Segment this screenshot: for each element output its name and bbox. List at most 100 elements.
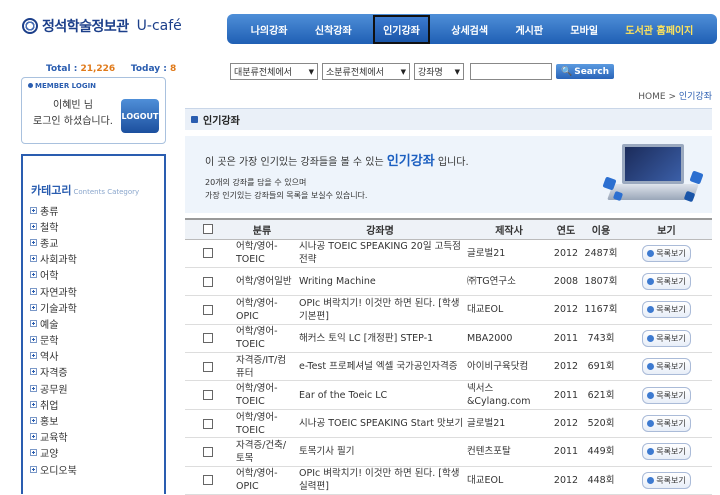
row-select-cell	[185, 409, 231, 439]
library-logo[interactable]: 정석학술정보관 U-café	[22, 16, 182, 36]
major-category-value: 대분류전체에서	[234, 68, 292, 78]
category-item[interactable]: 공무원	[23, 380, 164, 396]
view-list-button[interactable]: 목록보기	[642, 415, 691, 433]
view-list-button[interactable]: 목록보기	[642, 301, 691, 319]
row-year: 2012	[551, 466, 581, 495]
nav-board[interactable]: 게시판	[509, 15, 549, 44]
row-uses: 449회	[581, 437, 621, 467]
row-checkbox[interactable]	[203, 333, 213, 344]
table-row: 자격증/건축/토목 토목기사 필기 컨텐츠포탈 2011 449회 목록보기	[185, 437, 712, 467]
view-list-icon	[647, 476, 655, 484]
member-login-box: MEMBER LOGIN 이혜빈 님 로그인 하셨습니다. LOGOUT	[21, 77, 166, 144]
major-category-select[interactable]: 대분류전체에서 ▼	[230, 63, 318, 80]
row-select-cell	[185, 295, 231, 325]
search-field-select[interactable]: 강좌명 ▼	[414, 63, 464, 80]
expand-icon	[30, 336, 37, 344]
nav-mobile[interactable]: 모바일	[564, 15, 604, 44]
row-publisher: 컨텐츠포탈	[467, 437, 551, 467]
row-checkbox[interactable]	[203, 475, 213, 486]
category-item[interactable]: 문학	[23, 332, 164, 348]
category-item[interactable]: 역사	[23, 348, 164, 364]
view-list-button[interactable]: 목록보기	[642, 471, 691, 489]
intro-banner: 이 곳은 가장 인기있는 강좌들을 볼 수 있는 인기강좌 입니다. 20개의 …	[185, 136, 712, 213]
row-course-name[interactable]: 시나공 TOEIC SPEAKING Start 맛보기	[293, 409, 467, 439]
row-checkbox[interactable]	[203, 418, 213, 429]
view-list-button[interactable]: 목록보기	[642, 386, 691, 404]
expand-icon	[30, 384, 37, 392]
category-item[interactable]: 사회과학	[23, 251, 164, 267]
row-course-name[interactable]: 해커스 토익 LC [개정판] STEP-1	[293, 324, 467, 354]
row-course-name[interactable]: OPIc 벼락치기! 이것만 하면 된다. [학생 실력편]	[293, 466, 467, 495]
category-label: 종교	[40, 238, 59, 250]
expand-icon	[30, 449, 37, 457]
view-list-icon	[647, 363, 655, 371]
view-list-label: 목록보기	[656, 333, 686, 343]
row-publisher: ㈜TG연구소	[467, 267, 551, 297]
expand-icon	[30, 400, 37, 408]
view-list-button[interactable]: 목록보기	[642, 443, 691, 461]
row-checkbox[interactable]	[203, 446, 213, 457]
user-name: 이혜빈 님	[53, 100, 93, 111]
nav-popular-courses[interactable]: 인기강좌	[373, 14, 430, 44]
row-publisher: 대교EOL	[467, 466, 551, 495]
row-course-name[interactable]: 토목기사 필기	[293, 437, 467, 467]
category-item[interactable]: 기술과학	[23, 299, 164, 315]
nav-library-home[interactable]: 도서관 홈페이지	[619, 15, 699, 44]
category-item[interactable]: 홍보	[23, 412, 164, 428]
expand-icon	[30, 417, 37, 425]
nav-my-courses[interactable]: 나의강좌	[245, 15, 294, 44]
row-category: 어학/영어-OPIC	[231, 466, 293, 495]
laptop-illustration-icon	[602, 142, 704, 210]
nav-new-courses[interactable]: 신착강좌	[309, 15, 358, 44]
banner-post: 입니다.	[437, 157, 469, 168]
search-input[interactable]	[470, 63, 552, 80]
header-year: 연도	[551, 218, 581, 240]
login-greeting: 이혜빈 님 로그인 하셨습니다.	[30, 98, 116, 130]
row-uses: 2487회	[581, 239, 621, 268]
view-list-button[interactable]: 목록보기	[642, 244, 691, 262]
category-item[interactable]: 어학	[23, 267, 164, 283]
category-label: 역사	[40, 352, 59, 364]
expand-icon	[30, 238, 37, 246]
category-item[interactable]: 취업	[23, 396, 164, 412]
row-course-name[interactable]: e-Test 프로페셔널 엑셀 국가공인자격증	[293, 352, 467, 382]
category-item[interactable]: 예술	[23, 315, 164, 331]
category-item[interactable]: 자격증	[23, 364, 164, 380]
row-year: 2011	[551, 324, 581, 354]
row-course-name[interactable]: Ear of the Toeic LC	[293, 380, 467, 410]
category-item[interactable]: 자연과학	[23, 283, 164, 299]
expand-icon	[30, 255, 37, 263]
row-uses: 448회	[581, 466, 621, 495]
view-list-button[interactable]: 목록보기	[642, 273, 691, 291]
search-button[interactable]: 🔍 Search	[556, 64, 615, 79]
row-checkbox[interactable]	[203, 304, 213, 315]
select-all-checkbox[interactable]	[203, 224, 213, 235]
login-status: 로그인 하셨습니다.	[33, 116, 113, 127]
logout-button[interactable]: LOGOUT	[121, 99, 159, 133]
category-item[interactable]: 교양	[23, 445, 164, 461]
category-item[interactable]: 철학	[23, 218, 164, 234]
row-course-name[interactable]: Writing Machine	[293, 267, 467, 297]
row-publisher: 아이비구육닷컴	[467, 352, 551, 382]
row-checkbox[interactable]	[203, 390, 213, 401]
category-item[interactable]: 종교	[23, 234, 164, 250]
category-item[interactable]: 총류	[23, 202, 164, 218]
row-uses: 1807회	[581, 267, 621, 297]
row-category: 자격증/IT/컴퓨터	[231, 352, 293, 382]
section-header: 인기강좌	[185, 108, 712, 130]
row-checkbox[interactable]	[203, 276, 213, 287]
view-list-icon	[647, 306, 655, 314]
category-label: 어학	[40, 271, 59, 283]
nav-advanced-search[interactable]: 상세검색	[445, 15, 494, 44]
row-checkbox[interactable]	[203, 248, 213, 259]
row-course-name[interactable]: 시나공 TOEIC SPEAKING 20일 고득점 전략	[293, 239, 467, 268]
category-item[interactable]: 오디오북	[23, 461, 164, 477]
minor-category-select[interactable]: 소분류전체에서 ▼	[322, 63, 410, 80]
row-checkbox[interactable]	[203, 361, 213, 372]
breadcrumb-home[interactable]: HOME	[638, 92, 665, 102]
view-list-button[interactable]: 목록보기	[642, 358, 691, 376]
table-row: 어학/영어-TOEIC 시나공 TOEIC SPEAKING Start 맛보기 글…	[185, 409, 712, 439]
category-item[interactable]: 교육학	[23, 429, 164, 445]
row-course-name[interactable]: OPIc 벼락치기! 이것만 하면 된다. [학생 기본편]	[293, 295, 467, 325]
view-list-button[interactable]: 목록보기	[642, 329, 691, 347]
